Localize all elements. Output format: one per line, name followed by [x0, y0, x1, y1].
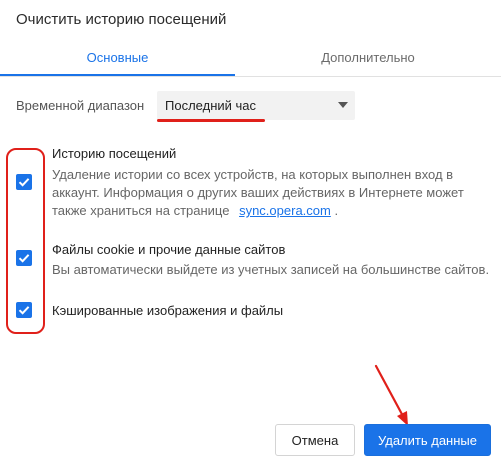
- time-range-select[interactable]: Последний час: [157, 91, 355, 120]
- check-icon: [18, 178, 30, 187]
- time-range-value: Последний час: [165, 98, 257, 113]
- dialog-title: Очистить историю посещений: [16, 11, 227, 28]
- cookies-checkbox[interactable]: [16, 250, 32, 266]
- cancel-button[interactable]: Отмена: [275, 424, 355, 456]
- cookies-title: Файлы cookie и прочие данные сайтов: [52, 242, 286, 257]
- active-tab-indicator: [0, 74, 235, 76]
- history-checkbox[interactable]: [16, 174, 32, 190]
- history-description: Удаление истории со всех устройств, на к…: [52, 166, 492, 220]
- tab-basic[interactable]: Основные: [0, 40, 235, 76]
- cache-checkbox[interactable]: [16, 302, 32, 318]
- tab-advanced[interactable]: Дополнительно: [235, 40, 501, 76]
- history-title: Историю посещений: [52, 146, 177, 161]
- history-description-suffix: .: [334, 203, 339, 218]
- time-range-label: Временной диапазон: [16, 98, 145, 113]
- red-arrow-icon: [374, 364, 408, 426]
- clear-data-button[interactable]: Удалить данные: [364, 424, 491, 456]
- cookies-description: Вы автоматически выйдете из учетных запи…: [52, 262, 490, 277]
- check-icon: [18, 306, 30, 315]
- sync-link[interactable]: sync.opera.com: [239, 203, 331, 218]
- annotation-underline: [157, 119, 265, 122]
- check-icon: [18, 254, 30, 263]
- chevron-down-icon: [338, 102, 348, 108]
- cache-title: Кэшированные изображения и файлы: [52, 303, 284, 318]
- tab-bar: Основные Дополнительно: [0, 40, 501, 77]
